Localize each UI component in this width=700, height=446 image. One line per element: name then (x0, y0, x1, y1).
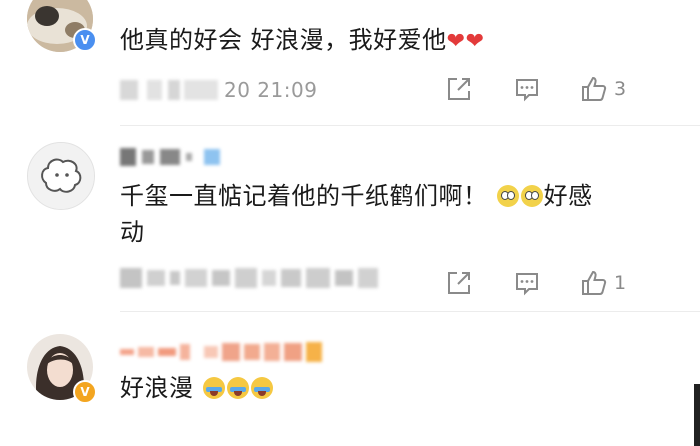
comment-text-body: 好浪漫 (120, 374, 194, 402)
crying-emoji-icon (202, 377, 225, 399)
thumbs-up-icon (582, 270, 607, 295)
comment-text-tail: 好感 (543, 182, 593, 210)
thumbs-up-icon (582, 76, 607, 101)
blurred-date-prefix (120, 80, 180, 100)
default-avatar-icon (28, 143, 94, 209)
like-button[interactable]: 1 (580, 268, 626, 298)
rolling-eyes-emoji-icon (496, 185, 519, 207)
comment-item: V 他真的好会 好浪漫，我好爱他❤❤ 20 21:09 3 (0, 0, 700, 120)
verified-badge-icon: V (73, 28, 97, 52)
blurred-date-month (184, 80, 218, 100)
comment-item: V 好浪漫 (0, 312, 700, 446)
comment-button[interactable] (514, 74, 540, 104)
comment-text: 他真的好会 好浪漫，我好爱他❤❤ (120, 22, 485, 60)
like-count: 3 (614, 78, 627, 100)
comment-text-line2: 动 (120, 218, 145, 246)
like-count: 1 (614, 272, 627, 294)
comment-text-body: 千玺一直惦记着他的千纸鹤们啊！ (120, 182, 488, 210)
like-button[interactable]: 3 (580, 74, 626, 104)
comment-item: 千玺一直惦记着他的千纸鹤们啊！ 好感 动 1 (0, 126, 700, 311)
share-button[interactable] (446, 268, 472, 298)
window-edge (694, 384, 700, 446)
heart-emoji-icon: ❤❤ (446, 29, 485, 54)
comment-text-body: 他真的好会 好浪漫，我好爱他 (120, 26, 447, 54)
comment-button[interactable] (514, 268, 540, 298)
verified-badge-icon: V (73, 380, 97, 404)
comment-time: 20 21:09 (224, 78, 318, 102)
share-icon (448, 272, 470, 294)
crying-emoji-icon (226, 377, 249, 399)
comment-text: 好浪漫 (120, 370, 274, 406)
comment-icon (516, 79, 538, 102)
rolling-eyes-emoji-icon (520, 185, 543, 207)
avatar[interactable] (27, 142, 95, 210)
comment-icon (516, 273, 538, 296)
share-button[interactable] (446, 74, 472, 104)
blurred-timestamp (120, 268, 378, 288)
comment-text: 千玺一直惦记着他的千纸鹤们啊！ 好感 动 (120, 178, 660, 250)
comment-actions: 1 (446, 268, 636, 298)
share-icon (448, 78, 470, 100)
blurred-username (120, 342, 322, 362)
blurred-username (120, 148, 220, 166)
comment-actions: 3 (446, 74, 636, 104)
crying-emoji-icon (250, 377, 273, 399)
comment-meta: 20 21:09 (120, 78, 317, 102)
